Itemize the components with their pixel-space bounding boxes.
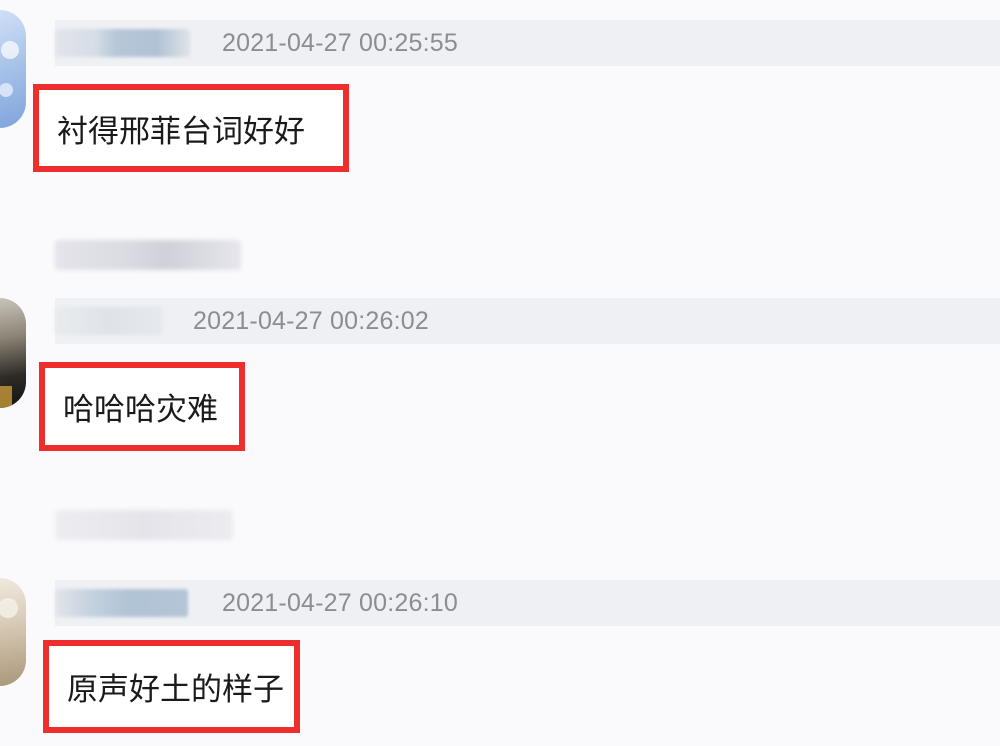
comment-timestamp: 2021-04-27 00:25:55 [222, 29, 458, 57]
blurred-username [55, 589, 188, 617]
comment-message-box: 原声好土的样子 [43, 640, 300, 733]
comment-feed: 2021-04-27 00:25:55 衬得邢菲台词好好 2021-04-27 … [0, 0, 1000, 746]
comment-header: 2021-04-27 00:26:02 [55, 298, 1000, 344]
blurred-reply-text [55, 510, 233, 540]
comment-header: 2021-04-27 00:25:55 [55, 20, 1000, 66]
comment-message-box: 衬得邢菲台词好好 [33, 84, 349, 172]
comment-timestamp: 2021-04-27 00:26:10 [222, 589, 458, 617]
blurred-username [55, 307, 163, 335]
comment-timestamp: 2021-04-27 00:26:02 [193, 307, 429, 335]
avatar[interactable] [0, 10, 26, 128]
comment-text: 哈哈哈灾难 [63, 392, 218, 428]
blurred-reply-text [55, 240, 241, 270]
avatar[interactable] [0, 578, 26, 686]
avatar[interactable] [0, 298, 26, 408]
comment-message-box: 哈哈哈灾难 [39, 362, 245, 451]
comment-text: 衬得邢菲台词好好 [57, 113, 305, 150]
comment-header: 2021-04-27 00:26:10 [55, 580, 1000, 626]
comment-text: 原声好土的样子 [67, 672, 284, 708]
blurred-username [55, 29, 190, 57]
